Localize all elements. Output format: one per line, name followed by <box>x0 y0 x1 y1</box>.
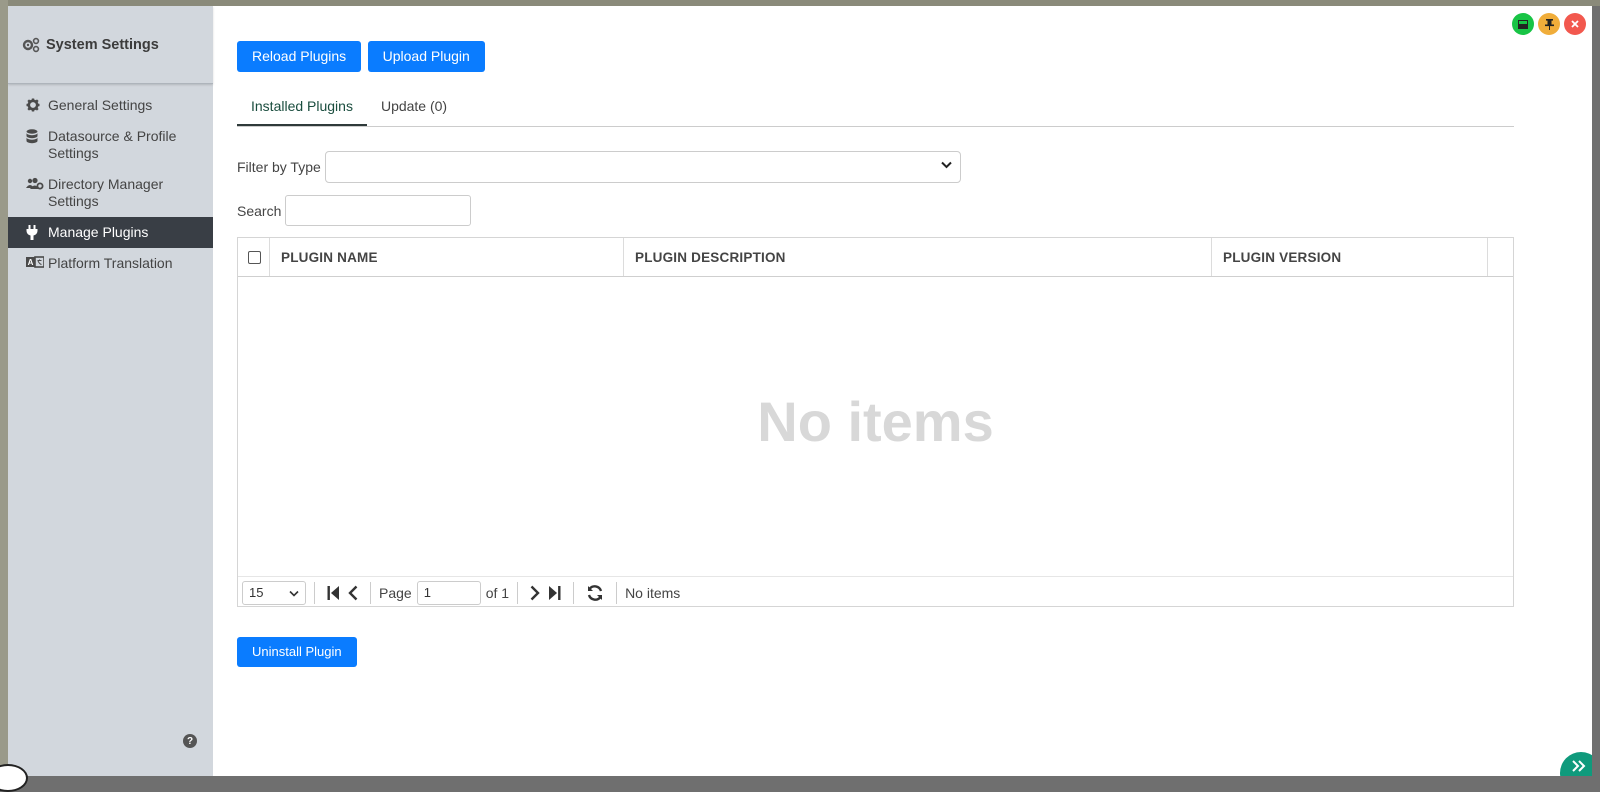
pager-separator <box>314 581 315 604</box>
select-all-checkbox[interactable] <box>248 250 261 264</box>
plugins-table: PLUGIN NAME PLUGIN DESCRIPTION PLUGIN VE… <box>237 237 1514 607</box>
tab-installed-plugins[interactable]: Installed Plugins <box>237 90 367 126</box>
sidebar-title: System Settings <box>46 36 159 53</box>
toolbar: Reload Plugins Upload Plugin <box>237 41 487 72</box>
column-header-plugin-name[interactable]: PLUGIN NAME <box>270 238 624 276</box>
pager-separator <box>616 581 618 604</box>
sidebar-item-label: Platform Translation <box>48 255 173 271</box>
help-icon[interactable]: ? <box>183 734 197 748</box>
sidebar: System Settings General Settings Datasou… <box>8 6 213 776</box>
page-count-label: of 1 <box>485 584 510 601</box>
column-header-plugin-description[interactable]: PLUGIN DESCRIPTION <box>624 238 1212 276</box>
language-icon: A <box>26 255 48 268</box>
sidebar-header: System Settings <box>8 6 213 84</box>
search-input[interactable] <box>285 195 472 226</box>
table-header: PLUGIN NAME PLUGIN DESCRIPTION PLUGIN VE… <box>238 238 1513 277</box>
plugin-tabs: Installed Plugins Update (0) <box>237 90 1514 127</box>
pager: 15 Page 1 of 1 No items <box>238 577 1513 608</box>
first-page-icon[interactable] <box>327 585 340 601</box>
page-size-value: 15 <box>249 585 264 600</box>
filter-label: Filter by Type <box>237 159 321 175</box>
select-all-cell <box>238 238 270 276</box>
svg-text:A: A <box>28 258 34 267</box>
reload-plugins-button[interactable]: Reload Plugins <box>237 41 362 72</box>
previous-page-icon[interactable] <box>348 585 358 601</box>
pin-icon[interactable] <box>1538 13 1560 35</box>
sidebar-item-label: Datasource & Profile Settings <box>48 128 177 161</box>
table-body: No items <box>238 277 1513 577</box>
search-label: Search <box>237 202 282 219</box>
tab-update[interactable]: Update (0) <box>367 90 461 126</box>
sidebar-item-label: Manage Plugins <box>48 224 149 240</box>
search-row: Search <box>237 195 472 226</box>
desktop-background-left <box>0 0 8 778</box>
last-page-icon[interactable] <box>548 585 561 601</box>
refresh-icon[interactable] <box>586 584 604 602</box>
column-header-plugin-version[interactable]: PLUGIN VERSION <box>1212 238 1488 276</box>
gear-icon <box>26 97 48 112</box>
page-size-select[interactable]: 15 <box>242 580 306 605</box>
filter-type-select[interactable] <box>324 151 961 183</box>
pager-separator <box>573 581 575 604</box>
sidebar-item-directory-manager[interactable]: Directory Manager Settings <box>8 169 213 217</box>
sidebar-item-manage-plugins[interactable]: Manage Plugins <box>8 217 213 248</box>
minimize-icon[interactable] <box>1512 13 1534 35</box>
pager-separator <box>370 581 371 604</box>
sidebar-item-label: General Settings <box>48 97 153 113</box>
sidebar-item-datasource-profile[interactable]: Datasource & Profile Settings <box>8 121 213 169</box>
sidebar-item-platform-translation[interactable]: A Platform Translation <box>8 248 213 279</box>
page-label: Page <box>379 584 412 601</box>
chevron-down-icon <box>289 585 299 600</box>
page-number-input[interactable]: 1 <box>416 580 481 605</box>
plug-icon <box>26 224 48 240</box>
database-icon <box>26 128 48 144</box>
pager-separator <box>517 581 519 604</box>
pager-status: No items <box>625 584 681 601</box>
close-icon[interactable] <box>1564 13 1586 35</box>
main-panel: Reload Plugins Upload Plugin Installed P… <box>237 6 1534 776</box>
sidebar-item-general-settings[interactable]: General Settings <box>8 90 213 121</box>
uninstall-plugin-button[interactable]: Uninstall Plugin <box>237 637 357 667</box>
gears-icon <box>22 37 42 53</box>
upload-plugin-button[interactable]: Upload Plugin <box>367 41 485 72</box>
window-controls <box>1512 13 1586 35</box>
empty-state-text: No items <box>757 390 994 453</box>
column-header-spacer <box>1488 238 1513 276</box>
users-cog-icon <box>26 176 48 191</box>
chevron-down-icon <box>941 161 952 172</box>
sidebar-item-label: Directory Manager Settings <box>48 176 164 209</box>
expand-panel-icon[interactable] <box>1560 752 1592 776</box>
system-settings-window: System Settings General Settings Datasou… <box>8 6 1592 776</box>
next-page-icon[interactable] <box>530 585 540 601</box>
filter-row: Filter by Type <box>237 151 961 183</box>
sidebar-nav: General Settings Datasource & Profile Se… <box>8 90 213 279</box>
